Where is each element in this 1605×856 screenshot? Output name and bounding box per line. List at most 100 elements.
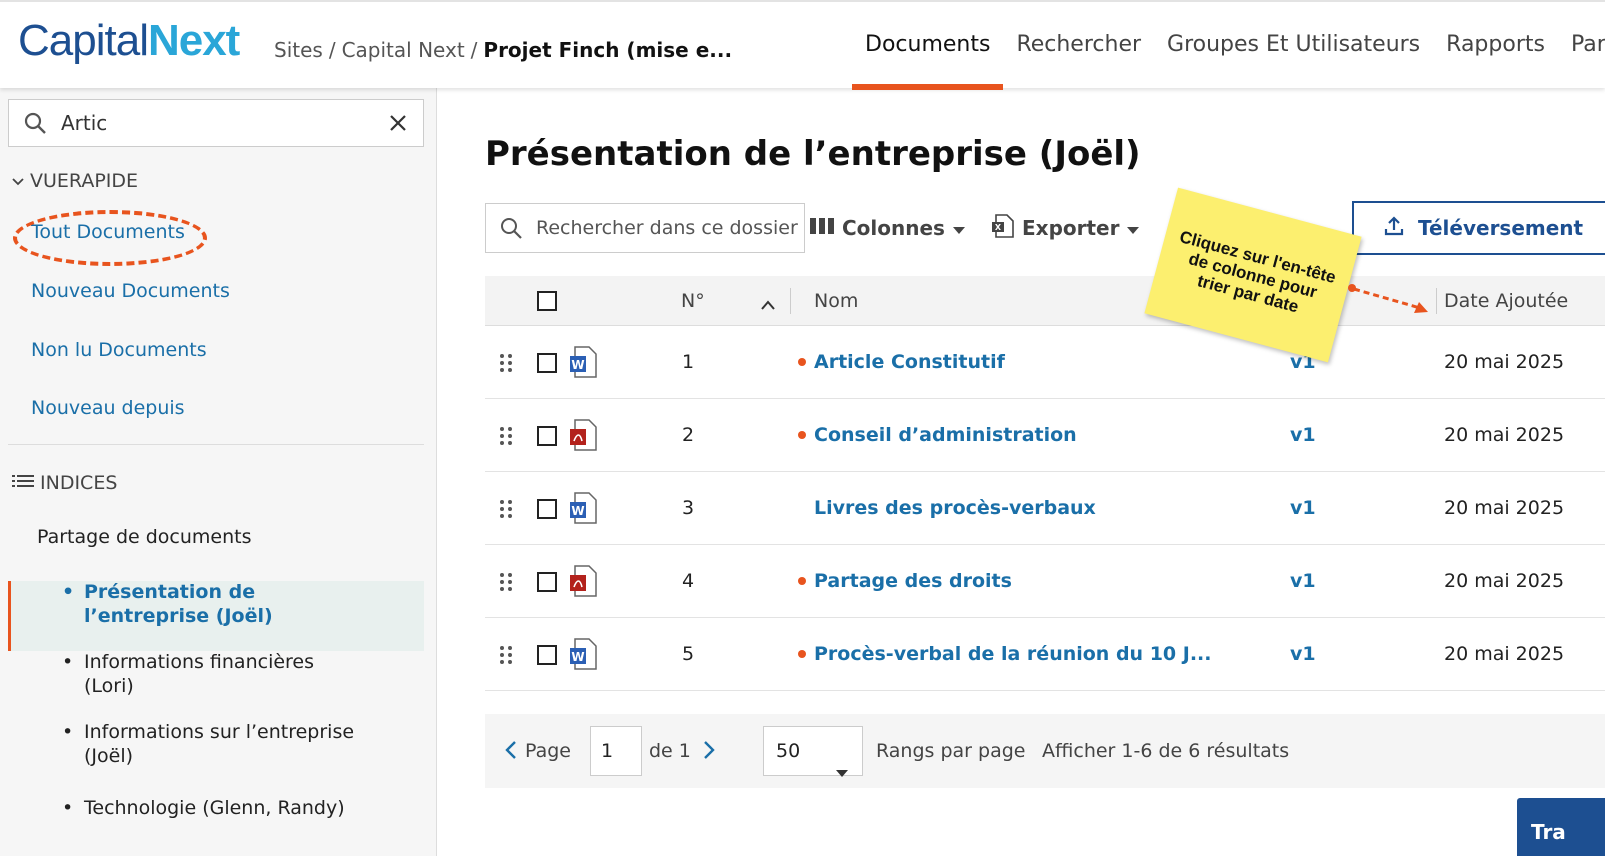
version-link[interactable]: v1 <box>1290 399 1316 472</box>
breadcrumb: Sites / Capital Next / Projet Finch (mise e.… <box>274 38 732 62</box>
index-item-line2: (Lori) <box>84 675 134 697</box>
svg-text:W: W <box>571 650 584 664</box>
caret-down-icon <box>836 748 848 796</box>
search-icon <box>9 111 61 135</box>
breadcrumb-sites[interactable]: Sites <box>274 38 323 62</box>
sidebar-search-input[interactable]: Artic <box>8 99 424 147</box>
document-name-link[interactable]: Procès-verbal de la réunion du 10 J... <box>814 618 1211 691</box>
svg-text:W: W <box>571 504 584 518</box>
folder-search-input[interactable]: Rechercher dans ce dossier <box>485 203 805 253</box>
folder-search-placeholder: Rechercher dans ce dossier <box>536 217 798 239</box>
previous-page-icon[interactable] <box>505 740 517 764</box>
index-item-informations-entreprise[interactable]: • Informations sur l’entreprise (Joël) <box>62 720 422 768</box>
row-number: 1 <box>682 351 695 373</box>
pdf-file-icon <box>569 565 597 601</box>
rows-per-page-label: Rangs par page <box>876 740 1026 762</box>
export-button[interactable]: X Exporter <box>992 206 1140 250</box>
breadcrumb-site[interactable]: Capital Next <box>342 38 465 62</box>
results-summary: Afficher 1-6 de 6 résultats <box>1042 740 1290 762</box>
version-link[interactable]: v1 <box>1290 545 1316 618</box>
table-row[interactable]: W 1 Article Constitutif v1 20 mai 2025 <box>485 326 1605 399</box>
index-item-technologie[interactable]: • Technologie (Glenn, Randy) <box>62 796 422 820</box>
column-header-num[interactable]: N° <box>681 276 705 326</box>
chevron-down-icon <box>12 170 24 192</box>
index-item-line1: Informations financières <box>84 651 315 673</box>
drag-handle-icon[interactable] <box>499 645 513 669</box>
version-link[interactable]: v1 <box>1290 472 1316 545</box>
drag-handle-icon[interactable] <box>499 426 513 450</box>
version-link[interactable]: v1 <box>1290 618 1316 691</box>
row-checkbox[interactable] <box>537 353 557 373</box>
date-added: 20 mai 2025 <box>1444 424 1565 446</box>
table-row[interactable]: 4 Partage des droits v1 20 mai 2025 <box>485 545 1605 618</box>
nav-rechercher[interactable]: Rechercher <box>1003 2 1154 90</box>
breadcrumb-separator: / <box>470 38 478 62</box>
indices-title: INDICES <box>40 472 118 494</box>
drag-handle-icon[interactable] <box>499 499 513 523</box>
nav-documents[interactable]: Documents <box>852 2 1004 90</box>
new-indicator <box>798 650 806 658</box>
documents-table: N° Nom Date Ajoutée W 1 Article Constitu… <box>485 276 1605 691</box>
rows-per-page-select[interactable]: 50 <box>763 726 863 777</box>
index-root-folder[interactable]: Partage de documents <box>37 526 252 548</box>
svg-text:X: X <box>995 223 1002 232</box>
index-item-presentation[interactable]: • Présentation de l’entreprise (Joël) <box>62 580 422 628</box>
export-label: Exporter <box>1022 216 1120 240</box>
index-item-line1: Technologie (Glenn, Randy) <box>84 797 345 819</box>
index-item-line1: Informations sur l’entreprise <box>84 721 355 743</box>
row-checkbox[interactable] <box>537 426 557 446</box>
column-header-date[interactable]: Date Ajoutée <box>1444 276 1568 326</box>
annotation-arrow <box>1348 284 1428 313</box>
row-checkbox[interactable] <box>537 645 557 665</box>
caret-down-icon <box>952 216 965 240</box>
select-all-checkbox[interactable] <box>537 291 557 311</box>
bottom-action-button[interactable]: Tra <box>1517 798 1605 856</box>
new-indicator <box>798 358 806 366</box>
word-file-icon: W <box>569 492 597 528</box>
quick-link-non-lu-documents[interactable]: Non lu Documents <box>31 339 207 361</box>
upload-button[interactable]: Téléversement <box>1352 201 1605 255</box>
row-number: 4 <box>682 570 695 592</box>
sort-ascending-icon[interactable] <box>761 295 775 314</box>
nav-groupes-utilisateurs[interactable]: Groupes Et Utilisateurs <box>1154 2 1433 90</box>
pdf-file-icon <box>569 419 597 455</box>
close-icon[interactable] <box>373 114 423 132</box>
index-item-informations-financieres[interactable]: • Informations financières (Lori) <box>62 650 422 698</box>
date-added: 20 mai 2025 <box>1444 497 1565 519</box>
column-separator <box>790 288 791 314</box>
table-row[interactable]: 2 Conseil d’administration v1 20 mai 202… <box>485 399 1605 472</box>
row-checkbox[interactable] <box>537 499 557 519</box>
sidebar: Artic VUERAPIDE Tout Documents Nouveau D… <box>0 88 437 856</box>
document-name-link[interactable]: Article Constitutif <box>814 326 1005 399</box>
quick-link-nouveau-depuis[interactable]: Nouveau depuis <box>31 397 185 419</box>
page-title: Présentation de l’entreprise (Joël) <box>485 134 1141 174</box>
column-header-name[interactable]: Nom <box>814 276 858 326</box>
indices-header[interactable]: INDICES <box>12 472 117 494</box>
logo-part-1: Capital <box>18 16 149 65</box>
quick-view-header[interactable]: VUERAPIDE <box>12 170 138 192</box>
drag-handle-icon[interactable] <box>499 353 513 377</box>
quick-link-nouveau-documents[interactable]: Nouveau Documents <box>31 280 230 302</box>
row-number: 3 <box>682 497 695 519</box>
upload-label: Téléversement <box>1418 216 1584 240</box>
main-content: Présentation de l’entreprise (Joël) Rech… <box>437 88 1605 856</box>
document-name-link[interactable]: Conseil d’administration <box>814 399 1077 472</box>
document-name-link[interactable]: Livres des procès-verbaux <box>814 472 1096 545</box>
nav-parametres[interactable]: Para <box>1558 2 1605 90</box>
nav-rapports[interactable]: Rapports <box>1433 2 1558 90</box>
table-row[interactable]: W 3 Livres des procès-verbaux v1 20 mai … <box>485 472 1605 545</box>
drag-handle-icon[interactable] <box>499 572 513 596</box>
quick-view-title: VUERAPIDE <box>30 170 139 192</box>
page-total: de 1 <box>649 740 691 762</box>
capitalnext-logo[interactable]: CapitalNext <box>18 16 240 66</box>
row-checkbox[interactable] <box>537 572 557 592</box>
breadcrumb-current: Projet Finch (mise e... <box>483 38 733 62</box>
document-name-link[interactable]: Partage des droits <box>814 545 1012 618</box>
columns-label: Colonnes <box>842 216 945 240</box>
next-page-icon[interactable] <box>703 740 715 764</box>
columns-button[interactable]: Colonnes <box>810 206 965 250</box>
date-added: 20 mai 2025 <box>1444 570 1565 592</box>
svg-text:W: W <box>571 358 584 372</box>
table-row[interactable]: W 5 Procès-verbal de la réunion du 10 J.… <box>485 618 1605 691</box>
page-number-input[interactable]: 1 <box>590 726 642 776</box>
